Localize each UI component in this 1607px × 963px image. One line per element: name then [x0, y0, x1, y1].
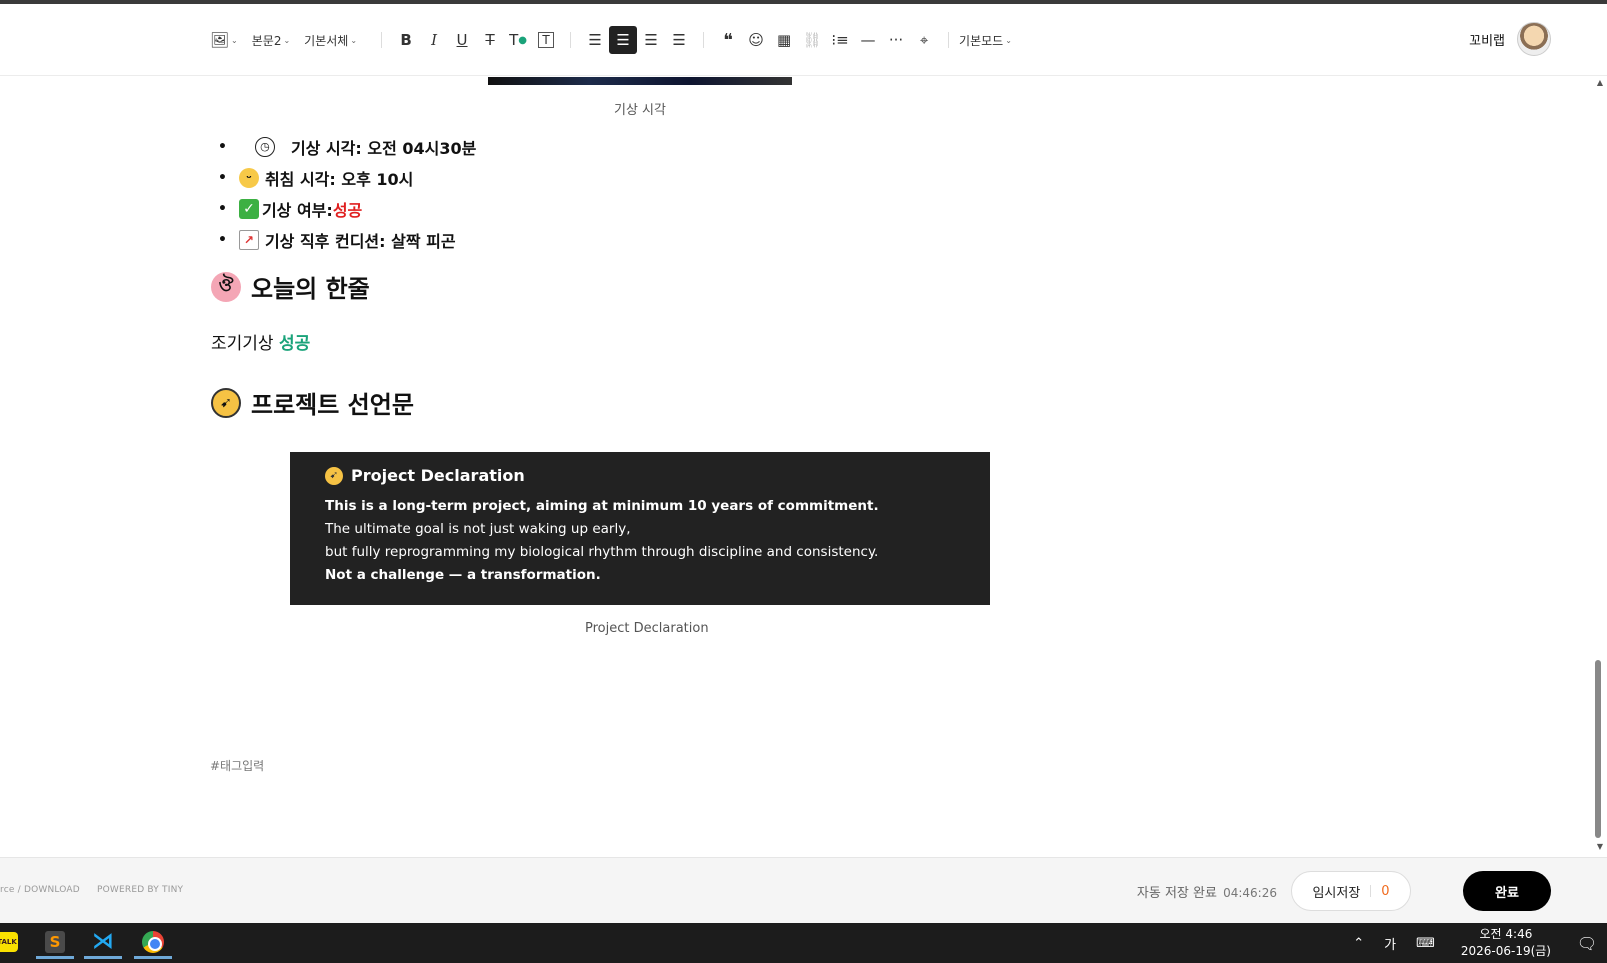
text-background-icon[interactable]: T	[532, 26, 560, 54]
tray-expand-icon[interactable]: ⌃	[1353, 936, 1364, 951]
temp-save-button[interactable]: 임시저장 0	[1291, 871, 1411, 911]
user-name: 꼬비랩	[1469, 33, 1505, 49]
notification-icon[interactable]: 🗨	[1567, 934, 1607, 953]
scroll-down-arrow[interactable]: ▼	[1597, 842, 1603, 851]
vscode-icon: ⋊	[92, 929, 114, 954]
image-insert-button[interactable]: 🖼 ⌄	[210, 31, 238, 49]
clock-icon: ◷	[254, 136, 275, 157]
chart-icon: ↗	[238, 229, 259, 250]
quote-icon[interactable]: ❝	[714, 26, 742, 54]
list-item: ◷ 기상 시각: 오전 04시30분	[218, 131, 476, 162]
section-heading: ➹ 프로젝트 선언문	[211, 385, 414, 420]
compass-icon: ➹	[211, 387, 241, 418]
declaration-image[interactable]: ➹ Project Declaration This is a long-ter…	[290, 452, 990, 605]
toolbar-divider	[948, 32, 950, 48]
align-center-icon[interactable]: ☰	[609, 26, 638, 54]
editor-content[interactable]: 기상 시각 ◷ 기상 시각: 오전 04시30분 ᵕ 취침 시각: 오후 10시…	[0, 77, 1590, 857]
compass-icon: ➹	[325, 466, 343, 485]
taskbar-clock[interactable]: 오전 4:46 2026-06-19(금)	[1461, 926, 1551, 960]
avatar[interactable]	[1517, 22, 1551, 56]
os-taskbar: TALK S ⋊ ⌃ 가 ⌨ 오전 4:46 2026-06-19(금) 🗨	[0, 923, 1607, 963]
strikethrough-icon[interactable]: T	[476, 26, 504, 54]
font-family-dropdown[interactable]: 기본서체 ⌄	[304, 32, 357, 49]
success-value: 성공	[332, 200, 363, 220]
list-icon[interactable]: ⁝≡	[826, 26, 854, 54]
text-color-icon[interactable]: T ●	[504, 26, 532, 54]
kakaotalk-app[interactable]: TALK	[0, 927, 26, 959]
publish-button[interactable]: 완료	[1463, 871, 1551, 911]
status-list: ◷ 기상 시각: 오전 04시30분 ᵕ 취침 시각: 오후 10시 ✓ 기상 …	[218, 131, 476, 255]
more-icon[interactable]: ···	[882, 26, 910, 54]
scroll-up-arrow[interactable]: ▲	[1597, 78, 1603, 87]
sublime-text-app[interactable]: S	[36, 927, 74, 959]
system-tray: ⌃ 가 ⌨ 오전 4:46 2026-06-19(금) 🗨	[1343, 923, 1607, 963]
chevron-down-icon: ⌄	[350, 35, 358, 45]
editor-toolbar: 🖼 ⌄ 본문2 ⌄ 기본서체 ⌄ B I U T T ● T ☰ ☰ ☰ ☰ ❝ ☺ ▦…	[0, 4, 1607, 76]
credits: rce / DOWNLOAD POWERED BY TINY	[0, 885, 184, 895]
temp-save-count: 0	[1381, 883, 1390, 899]
editor-footer: rce / DOWNLOAD POWERED BY TINY 자동 저장 완료 …	[0, 857, 1607, 923]
list-item: ✓ 기상 여부: 성공	[218, 193, 476, 224]
image-icon: 🖼	[210, 31, 230, 49]
section-heading: ঔ 오늘의 한줄	[211, 269, 370, 304]
chevron-down-icon: ⌄	[1005, 35, 1012, 45]
user-profile[interactable]: 꼬비랩	[1469, 22, 1551, 56]
align-right-icon[interactable]: ☰	[637, 26, 665, 54]
autosave-status: 자동 저장 완료 04:46:26	[1136, 886, 1277, 901]
editor-mode-dropdown[interactable]: 기본모드 ⌄	[959, 32, 1012, 49]
image-caption[interactable]: Project Declaration	[585, 621, 709, 636]
chevron-down-icon: ⌄	[231, 35, 238, 45]
scrollbar-thumb[interactable]	[1595, 660, 1601, 838]
declaration-title: ➹ Project Declaration	[325, 466, 990, 485]
wakeup-photo[interactable]	[488, 77, 792, 85]
brain-icon: ঔ	[211, 271, 241, 302]
check-mark-icon: ✓	[238, 198, 259, 219]
kakaotalk-icon: TALK	[0, 931, 18, 952]
list-item: ᵕ 취침 시각: 오후 10시	[218, 162, 476, 193]
divider-icon[interactable]: —	[854, 26, 882, 54]
image-caption[interactable]: 기상 시각	[614, 99, 666, 118]
chrome-icon	[142, 930, 164, 953]
paragraph: 조기기상 성공	[211, 334, 311, 354]
vscode-app[interactable]: ⋊	[84, 927, 122, 959]
list-item: ↗ 기상 직후 컨디션: 살짝 피곤	[218, 224, 476, 255]
keyboard-icon[interactable]: ⌨	[1416, 936, 1435, 951]
paragraph-style-dropdown[interactable]: 본문2 ⌄	[252, 32, 290, 49]
toolbar-divider	[570, 32, 572, 48]
underline-icon[interactable]: U	[448, 26, 476, 54]
align-left-icon[interactable]: ☰	[581, 26, 609, 54]
bold-icon[interactable]: B	[392, 26, 420, 54]
ime-indicator[interactable]: 가	[1384, 934, 1396, 953]
table-icon[interactable]: ▦	[770, 26, 798, 54]
sleeping-face-icon: ᵕ	[238, 167, 259, 188]
chevron-down-icon: ⌄	[283, 35, 291, 45]
tag-input[interactable]: #태그입력	[210, 757, 264, 774]
align-justify-icon[interactable]: ☰	[665, 26, 693, 54]
chrome-app[interactable]	[134, 927, 172, 959]
toolbar-divider	[381, 32, 383, 48]
emoji-icon[interactable]: ☺	[742, 26, 770, 54]
link-icon[interactable]: ⛓	[798, 26, 826, 54]
location-icon[interactable]: ⌖	[910, 26, 938, 54]
sublime-text-icon: S	[45, 930, 65, 953]
italic-icon[interactable]: I	[420, 26, 448, 54]
toolbar-divider	[703, 32, 705, 48]
